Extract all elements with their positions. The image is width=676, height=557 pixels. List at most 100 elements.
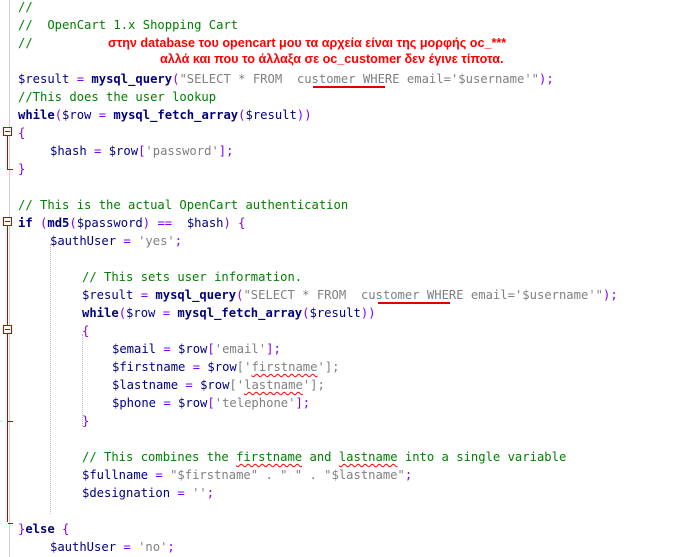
operator: = [156, 396, 179, 410]
punctuation: ) { [223, 216, 246, 230]
variable: $email [112, 342, 157, 356]
code-line-2[interactable]: // OpenCart 1.x Shopping Cart [18, 16, 238, 34]
variable: $row [207, 360, 237, 374]
function-name: mysql_query [91, 72, 173, 86]
code-line-27[interactable]: $designation = ''; [82, 484, 214, 502]
punctuation: ( [238, 108, 246, 122]
comment: // [18, 36, 33, 50]
punctuation: [' [236, 360, 252, 374]
comment: //This does the user lookup [18, 90, 217, 104]
variable: $result [309, 306, 361, 320]
punctuation: ); [539, 72, 554, 86]
punctuation: ( [54, 108, 63, 122]
variable: $result [82, 288, 134, 302]
code-line-8[interactable]: $hash = $row['password']; [50, 142, 233, 160]
code-line-22[interactable]: $phone = $row['telephone']; [112, 394, 310, 412]
string-literal-misspelled: firstname [251, 360, 318, 374]
code-line-6[interactable]: while($row = mysql_fetch_array($result)) [18, 106, 312, 124]
string-literal: 'telephone' [214, 396, 296, 410]
variable: $row [178, 396, 208, 410]
comment-misspelled: firstname [236, 450, 303, 464]
punctuation: ); [603, 288, 618, 302]
code-line-4[interactable]: $result = mysql_query("SELECT * FROM cus… [18, 70, 554, 88]
punctuation: } [82, 414, 90, 428]
punctuation: ']; [317, 360, 340, 374]
code-line-9[interactable]: } [18, 160, 25, 178]
annotation-text-1: στην database του opencart μου τα αρχεία… [108, 36, 507, 50]
comment: // OpenCart 1.x Shopping Cart [18, 18, 239, 32]
fold-end-mark [8, 169, 13, 170]
punctuation: } [18, 162, 26, 176]
code-line-16[interactable]: $result = mysql_query("SELECT * FROM cus… [82, 286, 618, 304]
operator: = [155, 306, 178, 320]
code-line-20[interactable]: $firstname = $row['firstname']; [112, 358, 340, 376]
variable: $result [18, 72, 70, 86]
variable: $password [76, 216, 143, 230]
variable: $hash [50, 144, 87, 158]
string-literal: 'yes' [138, 234, 175, 248]
operator: ) == [142, 216, 187, 230]
code-line-12[interactable]: if (md5($password) == $hash) { [18, 214, 246, 232]
code-line-11[interactable]: // This is the actual OpenCart authentic… [18, 196, 348, 214]
punctuation: { [18, 126, 26, 140]
punctuation: ]; [218, 144, 234, 158]
code-line-30[interactable]: $authUser = 'no'; [50, 538, 175, 556]
function-name: mysql_fetch_array [113, 108, 239, 122]
punctuation: ]; [266, 342, 281, 356]
code-line-19[interactable]: $email = $row['email']; [112, 340, 281, 358]
operator: = [185, 360, 208, 374]
variable: $authUser [50, 234, 117, 248]
fold-collapse-icon[interactable] [3, 217, 12, 226]
code-line-5[interactable]: //This does the user lookup [18, 88, 216, 106]
indent-guide [50, 244, 51, 514]
code-line-21[interactable]: $lastname = $row['lastname']; [112, 376, 325, 394]
code-line-25[interactable]: // This combines the firstname and lastn… [82, 448, 566, 466]
operator: = [116, 540, 139, 554]
punctuation: ( [302, 306, 310, 320]
comment-misspelled: lastname [338, 450, 398, 464]
code-editor[interactable]: // // OpenCart 1.x Shopping Cart // στην… [0, 0, 676, 557]
punctuation: ; [167, 540, 175, 554]
punctuation: )) [296, 108, 312, 122]
punctuation: { [82, 324, 90, 338]
fold-gutter [0, 0, 10, 557]
variable: $authUser [50, 540, 117, 554]
string-literal: "SELECT * FROM customer WHERE email='$us… [179, 72, 539, 86]
fold-line [7, 334, 8, 422]
punctuation: ]; [295, 396, 311, 410]
code-line-29[interactable]: }else { [18, 520, 69, 538]
punctuation: ; [206, 486, 215, 500]
annotation-text-2: αλλά και που το άλλαξα σε oc_customer δε… [160, 52, 504, 66]
code-line-15[interactable]: // This sets user information. [82, 268, 302, 286]
fold-collapse-icon[interactable] [3, 325, 12, 334]
highlight-underline [313, 86, 385, 88]
function-name: md5 [47, 216, 70, 230]
operator: = [116, 234, 139, 248]
operator: = [69, 72, 92, 86]
code-line-13[interactable]: $authUser = 'yes'; [50, 232, 182, 250]
comment: and [302, 450, 339, 464]
highlight-underline [378, 302, 450, 304]
variable: $result [245, 108, 297, 122]
fold-line [7, 136, 8, 170]
string-literal: 'email' [214, 342, 267, 356]
variable: $phone [112, 396, 157, 410]
variable: $lastname [112, 378, 179, 392]
code-line-26[interactable]: $fullname = "$firstname" . " " . "$lastn… [82, 466, 412, 484]
punctuation: [' [229, 378, 245, 392]
keyword: if [18, 216, 33, 230]
code-line-18[interactable]: { [82, 322, 89, 340]
comment: // This combines the [82, 450, 237, 464]
punctuation: { [54, 522, 70, 536]
code-line-7[interactable]: { [18, 124, 25, 142]
code-line-1[interactable]: // [18, 0, 33, 16]
punctuation: ']; [302, 378, 325, 392]
string-literal: 'no' [138, 540, 168, 554]
string-literal-misspelled: lastname [244, 378, 303, 392]
code-line-23[interactable]: } [82, 412, 89, 430]
punctuation: [ [207, 342, 215, 356]
code-line-17[interactable]: while($row = mysql_fetch_array($result)) [82, 304, 376, 322]
operator: = [86, 144, 109, 158]
fold-collapse-icon[interactable] [3, 127, 12, 136]
code-line-3[interactable]: // [18, 34, 33, 52]
